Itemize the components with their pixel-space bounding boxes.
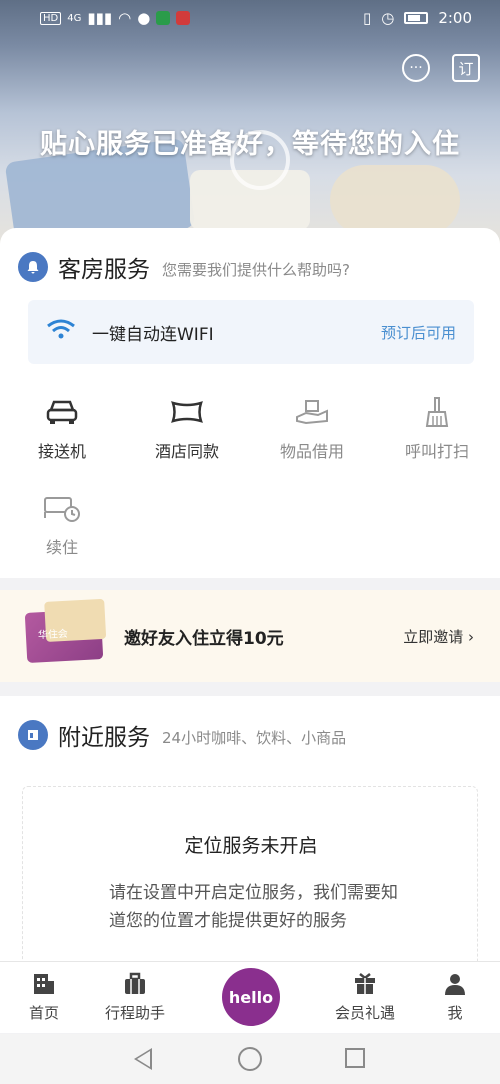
service-cleaning[interactable]: 呼叫打扫 [387, 394, 487, 462]
service-label: 物品借用 [279, 442, 344, 461]
room-service-card: 客房服务 您需要我们提供什么帮助吗? 一键自动连WIFI 预订后可用 接送机 酒… [0, 228, 500, 578]
chevron-right-icon: › [468, 627, 474, 646]
music-app-icon [176, 11, 191, 25]
order-icon[interactable]: 订 [452, 54, 480, 82]
wifi-icon [46, 318, 78, 346]
tab-label: 首页 [28, 1004, 59, 1022]
wifi-label: 一键自动连WIFI [92, 324, 214, 345]
service-extend-stay[interactable]: 续住 [12, 490, 112, 558]
hero-decor [330, 165, 460, 235]
home-building-icon [0, 970, 94, 998]
wifi-status-icon: ◠ [118, 9, 132, 27]
suitcase-icon [85, 970, 185, 998]
service-pickup[interactable]: 接送机 [12, 394, 112, 462]
network-type: 4G [67, 12, 82, 24]
wifi-connect-row[interactable]: 一键自动连WIFI 预订后可用 [28, 300, 474, 364]
bell-icon [18, 252, 48, 282]
hero-banner: HD 4G ▮▮▮ ◠ ● ▯ ◷ 2:00 ··· 订 贴心服务已准备好，等待… [0, 0, 500, 250]
vibrate-icon: ▯ [362, 9, 372, 27]
car-icon [42, 394, 82, 430]
room-service-header: 客房服务 您需要我们提供什么帮助吗? [18, 250, 350, 284]
nearby-title: 附近服务 [58, 725, 150, 751]
home-icon[interactable] [238, 1047, 262, 1071]
battery-icon [404, 12, 429, 24]
recent-apps-icon[interactable] [345, 1048, 365, 1068]
tab-label: 会员礼遇 [334, 1004, 395, 1022]
back-icon[interactable] [134, 1048, 152, 1070]
tab-me[interactable]: 我 [405, 970, 500, 1023]
wifi-status: 预订后可用 [380, 323, 456, 342]
hello-bubble-icon[interactable]: hello [222, 968, 280, 1026]
service-label: 酒店同款 [154, 442, 219, 461]
tab-trip-assistant[interactable]: 行程助手 [85, 970, 185, 1023]
person-icon [405, 970, 500, 998]
tab-label: 行程助手 [104, 1004, 165, 1022]
nearby-services-card: 附近服务 24小时咖啡、饮料、小商品 定位服务未开启 请在设置中开启定位服务，我… [0, 696, 500, 986]
service-label: 接送机 [37, 442, 86, 461]
store-icon [18, 720, 48, 750]
system-nav-bar [0, 1034, 500, 1084]
pillow-icon [167, 394, 207, 430]
location-disabled-box: 定位服务未开启 请在设置中开启定位服务，我们需要知道您的位置才能提供更好的服务 [22, 786, 478, 986]
tab-label: 我 [447, 1004, 463, 1022]
service-label: 续住 [45, 538, 78, 557]
invite-link[interactable]: 立即邀请 › [403, 626, 474, 647]
hello-label: hello [228, 987, 274, 1007]
service-hotel-goods[interactable]: 酒店同款 [137, 394, 237, 462]
member-card-image: 华住会 [24, 609, 104, 663]
signal-icon: ▮▮▮ [87, 9, 113, 27]
hero-title: 贴心服务已准备好，等待您的入住 [40, 129, 460, 160]
room-service-subtitle: 您需要我们提供什么帮助吗? [162, 260, 350, 279]
bottom-tab-bar: 首页 行程助手 hello 会员礼遇 我 [0, 961, 500, 1033]
location-title: 定位服务未开启 [184, 835, 318, 857]
tab-home[interactable]: 首页 [0, 970, 94, 1023]
nearby-header: 附近服务 24小时咖啡、饮料、小商品 [18, 718, 346, 752]
invite-text: 邀好友入住立得10元 [124, 628, 284, 649]
chat-app-icon: ● [137, 9, 151, 27]
chat-bubble-icon[interactable]: ··· [402, 54, 430, 82]
status-bar: HD 4G ▮▮▮ ◠ ● ▯ ◷ 2:00 [0, 0, 500, 36]
bed-clock-icon [42, 490, 82, 526]
tab-member-benefits[interactable]: 会员礼遇 [315, 970, 415, 1023]
service-borrow[interactable]: 物品借用 [262, 394, 362, 462]
play-app-icon [156, 11, 171, 25]
room-service-title: 客房服务 [58, 257, 150, 283]
card-brand: 华住会 [37, 628, 69, 642]
invite-link-label: 立即邀请 [403, 627, 464, 646]
clock: 2:00 [438, 9, 472, 27]
location-description: 请在设置中开启定位服务，我们需要知道您的位置才能提供更好的服务 [109, 883, 398, 931]
invite-banner[interactable]: 华住会 邀好友入住立得10元 立即邀请 › [0, 590, 500, 682]
network-badge: HD [40, 11, 62, 25]
hand-box-icon [292, 394, 332, 430]
gift-icon [315, 970, 415, 998]
nearby-subtitle: 24小时咖啡、饮料、小商品 [162, 728, 347, 747]
service-label: 呼叫打扫 [404, 442, 469, 461]
alarm-icon: ◷ [381, 9, 395, 27]
broom-icon [417, 394, 457, 430]
